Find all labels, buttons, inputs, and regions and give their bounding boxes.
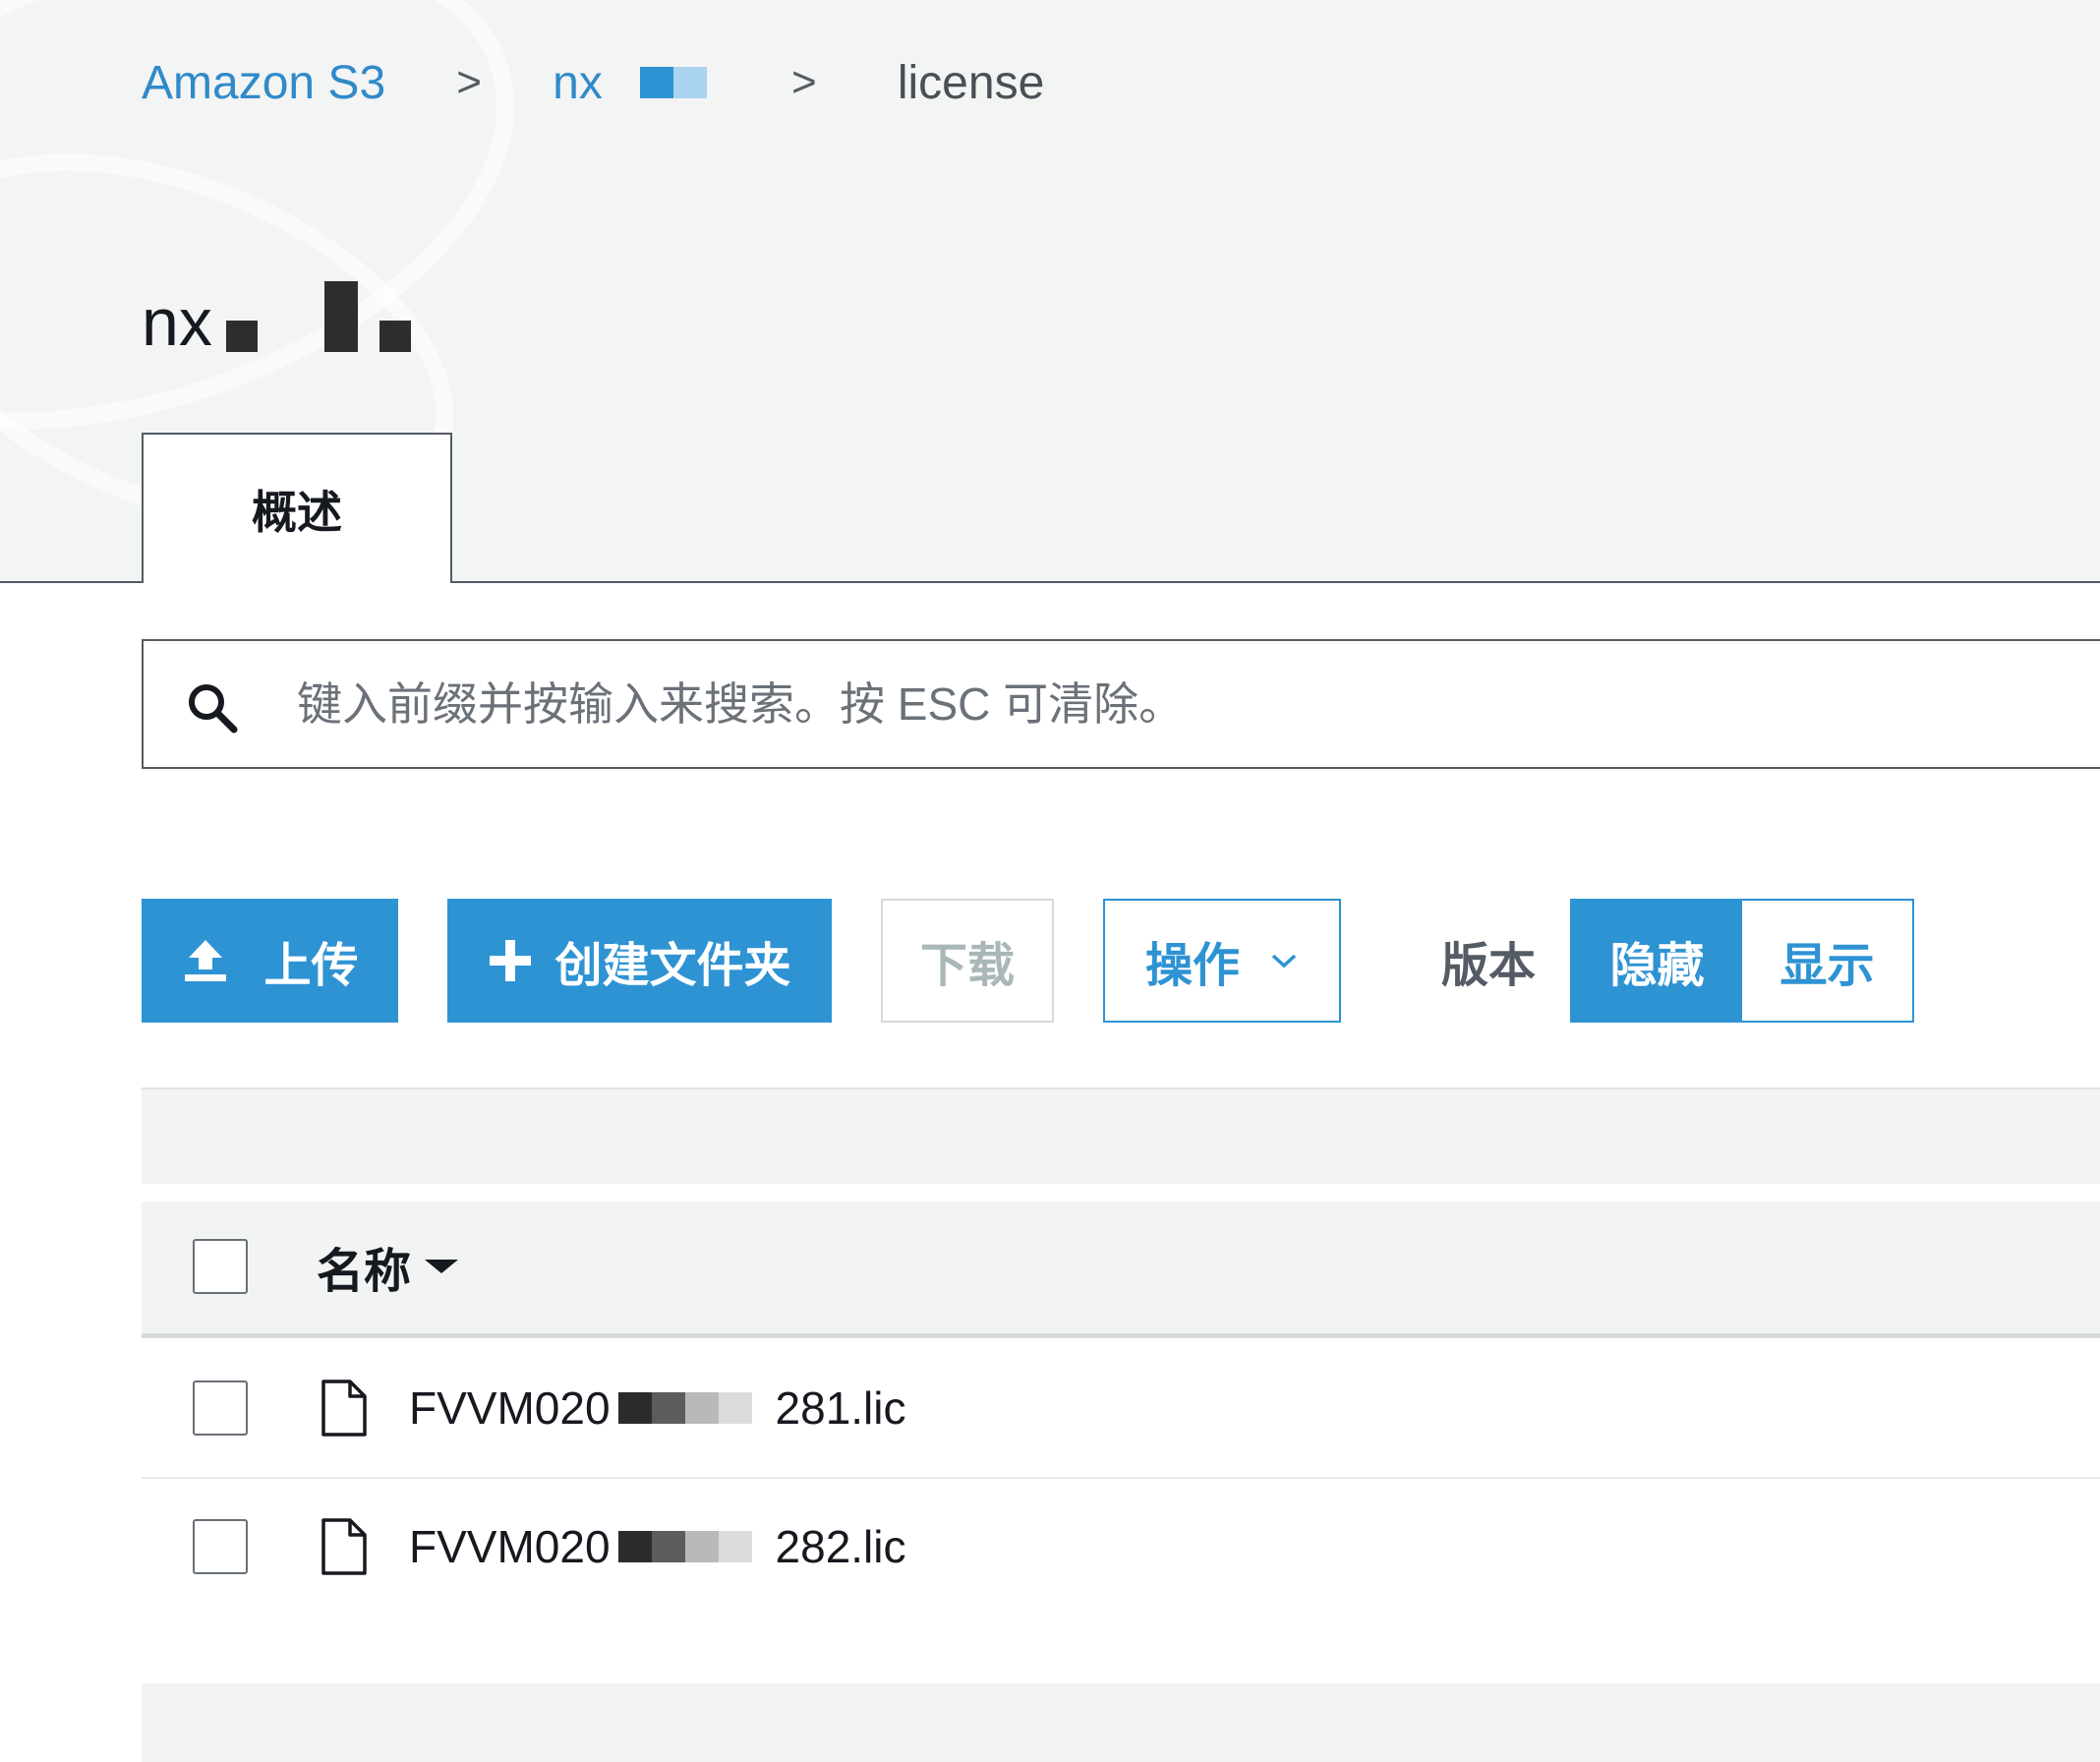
file-name-suffix: 282.lic	[775, 1521, 906, 1572]
file-name-prefix: FVVM020	[409, 1521, 611, 1572]
page-title-text: nx	[142, 285, 212, 360]
row-checkbox[interactable]	[193, 1380, 248, 1436]
create-folder-button-label: 创建文件夹	[554, 940, 791, 992]
redaction-mark	[617, 1392, 752, 1424]
breadcrumb: Amazon S3 > nx > license	[142, 51, 1044, 114]
redaction-mark	[379, 321, 411, 352]
plus-icon	[488, 938, 533, 983]
table-footer-band	[142, 1683, 2100, 1762]
table-toolbar-band	[142, 1089, 2100, 1184]
breadcrumb-bucket-label: nx	[553, 56, 603, 109]
file-link[interactable]: FVVM020 282.lic	[409, 1515, 906, 1578]
select-all-checkbox[interactable]	[193, 1239, 248, 1294]
file-icon	[321, 1518, 367, 1575]
row-checkbox[interactable]	[193, 1519, 248, 1574]
search-input[interactable]	[297, 663, 2067, 745]
version-show-button[interactable]: 显示	[1742, 901, 1912, 1021]
actions-button-label: 操作	[1144, 940, 1240, 992]
breadcrumb-separator-icon: >	[790, 58, 817, 106]
divider	[142, 1087, 2100, 1089]
redaction-mark	[225, 321, 258, 352]
file-name-suffix: 281.lic	[775, 1382, 906, 1434]
redaction-mark	[323, 281, 358, 352]
search-icon	[189, 684, 238, 734]
breadcrumb-link-bucket[interactable]: nx	[553, 56, 711, 110]
breadcrumb-link-amazon-s3[interactable]: Amazon S3	[142, 56, 385, 110]
version-toggle: 隐藏 显示	[1570, 899, 1914, 1023]
row-divider	[142, 1477, 2100, 1479]
upload-button[interactable]: 上传	[142, 899, 398, 1023]
breadcrumb-separator-icon: >	[456, 58, 482, 106]
column-header-name[interactable]: 名称	[317, 1239, 459, 1298]
redaction-mark	[639, 66, 707, 98]
page-title: nx	[142, 277, 411, 356]
table-header-divider	[142, 1333, 2100, 1338]
search-box[interactable]	[142, 639, 2100, 769]
tab-overview[interactable]: 概述	[142, 433, 452, 583]
create-folder-button[interactable]: 创建文件夹	[447, 899, 832, 1023]
breadcrumb-current: license	[897, 56, 1045, 109]
file-name-prefix: FVVM020	[409, 1382, 611, 1434]
upload-icon	[181, 936, 230, 985]
file-link[interactable]: FVVM020 281.lic	[409, 1377, 906, 1439]
download-button[interactable]: 下载	[881, 899, 1054, 1023]
redaction-mark	[617, 1531, 752, 1562]
upload-button-label: 上传	[263, 940, 359, 992]
version-hide-button[interactable]: 隐藏	[1572, 901, 1742, 1021]
sort-descending-icon	[425, 1260, 459, 1273]
file-icon	[321, 1380, 367, 1437]
chevron-down-icon	[1269, 951, 1299, 970]
actions-dropdown-button[interactable]: 操作	[1103, 899, 1341, 1023]
column-header-name-label: 名称	[317, 1246, 412, 1298]
version-label: 版本	[1441, 940, 1537, 992]
